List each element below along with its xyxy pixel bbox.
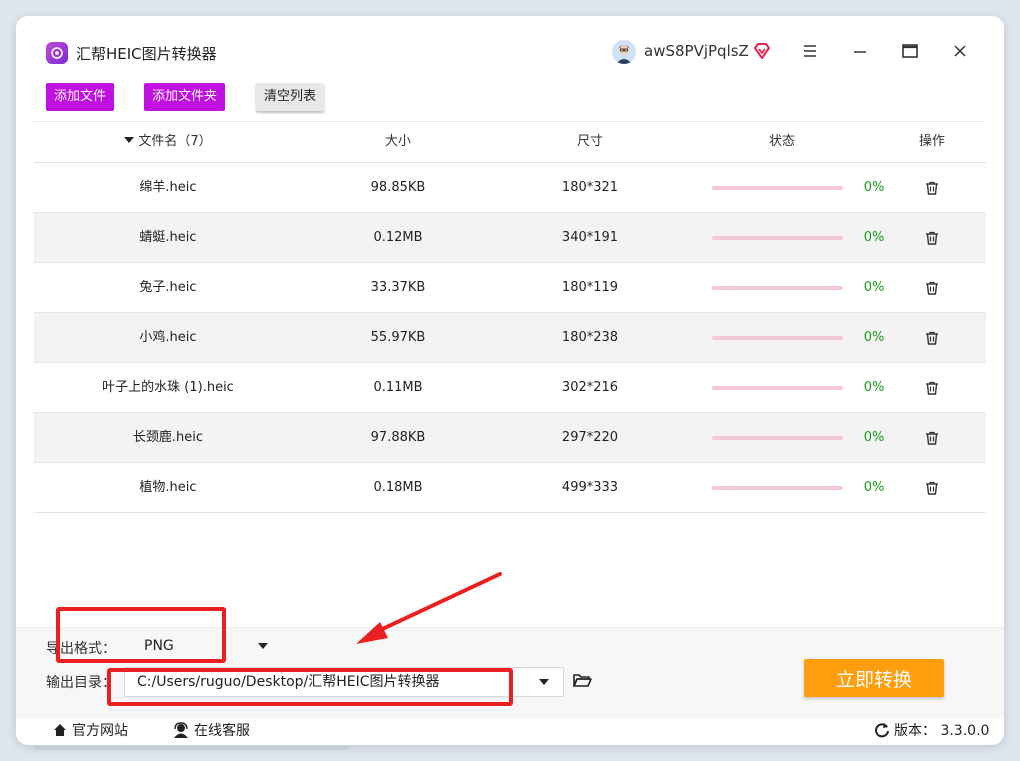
sort-down-icon <box>124 137 135 143</box>
delete-trash-icon[interactable] <box>924 480 940 496</box>
column-header-size: 大小 <box>384 134 411 149</box>
user-avatar[interactable] <box>612 40 636 64</box>
menu-icon[interactable] <box>800 41 820 61</box>
progress-percent: 0% <box>863 430 885 445</box>
format-value: PNG <box>144 638 174 654</box>
home-icon <box>54 724 66 736</box>
progress-bar <box>712 386 843 390</box>
open-folder-icon[interactable] <box>572 670 592 690</box>
progress-percent: 0% <box>863 480 885 495</box>
progress-percent: 0% <box>863 380 885 395</box>
minimize-icon[interactable] <box>850 41 870 61</box>
table-row[interactable]: 蜻蜓.heic 0.12MB 340*191 0% <box>34 213 986 263</box>
file-size: 97.88KB <box>370 430 426 445</box>
vip-diamond-icon[interactable] <box>752 41 772 61</box>
file-dimensions: 180*321 <box>561 180 619 195</box>
progress-bar <box>712 336 843 340</box>
horizontal-scrollbar[interactable] <box>34 746 348 750</box>
official-website-link[interactable]: 官方网站 <box>52 720 128 740</box>
table-row[interactable]: 叶子上的水珠 (1).heic 0.11MB 302*216 0% <box>34 363 986 413</box>
progress-percent: 0% <box>863 280 885 295</box>
progress-bar <box>712 186 843 190</box>
chevron-down-icon <box>539 679 549 685</box>
file-size: 55.97KB <box>370 330 426 345</box>
app-logo-icon <box>46 42 68 64</box>
table-row[interactable]: 长颈鹿.heic 97.88KB 297*220 0% <box>34 413 986 463</box>
app-title: 汇帮HEIC图片转换器 <box>76 45 217 63</box>
file-dimensions: 302*216 <box>561 380 619 395</box>
file-name: 小鸡.heic <box>139 330 197 345</box>
delete-trash-icon[interactable] <box>924 280 940 296</box>
progress-bar <box>712 486 843 490</box>
clear-list-button[interactable]: 清空列表 <box>256 83 325 111</box>
maximize-icon[interactable] <box>900 41 920 61</box>
refresh-icon <box>875 723 889 738</box>
file-dimensions: 499*333 <box>561 480 619 495</box>
add-file-button[interactable]: 添加文件 <box>46 83 115 111</box>
table-row[interactable]: 绵羊.heic 98.85KB 180*321 0% <box>34 163 986 213</box>
column-header-status: 状态 <box>768 134 795 149</box>
table-row[interactable]: 植物.heic 0.18MB 499*333 0% <box>34 463 986 513</box>
file-dimensions: 180*238 <box>561 330 619 345</box>
delete-trash-icon[interactable] <box>924 330 940 346</box>
table-row[interactable]: 小鸡.heic 55.97KB 180*238 0% <box>34 313 986 363</box>
delete-trash-icon[interactable] <box>924 180 940 196</box>
add-folder-button[interactable]: 添加文件夹 <box>144 83 226 111</box>
table-header: 文件名（7） 大小 尺寸 状态 操作 <box>34 121 986 163</box>
file-name: 叶子上的水珠 (1).heic <box>102 380 234 395</box>
delete-trash-icon[interactable] <box>924 380 940 396</box>
progress-percent: 0% <box>863 180 885 195</box>
file-name: 植物.heic <box>139 480 197 495</box>
version-info: 版本： 3.3.0.0 <box>874 720 989 740</box>
file-size: 0.11MB <box>373 380 423 395</box>
close-icon[interactable] <box>950 41 970 61</box>
file-size: 33.37KB <box>370 280 426 295</box>
output-dir-label: 输出目录： <box>46 675 116 691</box>
file-size: 0.12MB <box>373 230 423 245</box>
file-dimensions: 180*119 <box>561 280 619 295</box>
online-support-link[interactable]: 在线客服 <box>172 720 250 740</box>
output-dir-select[interactable]: C:/Users/ruguo/Desktop/汇帮HEIC图片转换器 <box>124 667 564 697</box>
chevron-down-icon <box>258 643 268 649</box>
title-bar: 汇帮HEIC图片转换器 awS8PVjPqlsZ <box>16 16 1004 86</box>
file-table: 文件名（7） 大小 尺寸 状态 操作 绵羊.heic 98.85KB 180*321… <box>34 121 986 513</box>
file-dimensions: 297*220 <box>561 430 619 445</box>
column-header-action: 操作 <box>918 134 945 149</box>
file-name: 绵羊.heic <box>139 180 197 195</box>
app-window: 汇帮HEIC图片转换器 awS8PVjPqlsZ 添加文件 添加文件夹 清空列表… <box>16 16 1004 745</box>
output-dir-value: C:/Users/ruguo/Desktop/汇帮HEIC图片转换器 <box>137 674 440 690</box>
file-dimensions: 340*191 <box>561 230 619 245</box>
file-name: 兔子.heic <box>139 280 197 295</box>
progress-bar <box>712 436 843 440</box>
column-header-name[interactable]: 文件名（7） <box>34 122 302 162</box>
convert-now-button[interactable]: 立即转换 <box>804 659 944 697</box>
file-name: 长颈鹿.heic <box>132 430 204 445</box>
file-size: 0.18MB <box>373 480 423 495</box>
delete-trash-icon[interactable] <box>924 230 940 246</box>
progress-bar <box>712 236 843 240</box>
customer-service-icon <box>174 722 188 738</box>
table-body: 绵羊.heic 98.85KB 180*321 0% 蜻蜓.heic 0.12MB 340*… <box>34 163 986 513</box>
user-name[interactable]: awS8PVjPqlsZ <box>644 42 749 60</box>
format-select[interactable]: PNG <box>132 633 282 659</box>
file-name: 蜻蜓.heic <box>139 230 197 245</box>
format-label: 导出格式： <box>46 641 116 657</box>
progress-bar <box>712 286 843 290</box>
progress-percent: 0% <box>863 330 885 345</box>
table-row[interactable]: 兔子.heic 33.37KB 180*119 0% <box>34 263 986 313</box>
delete-trash-icon[interactable] <box>924 430 940 446</box>
progress-percent: 0% <box>863 230 885 245</box>
column-header-dimensions: 尺寸 <box>576 134 603 149</box>
file-size: 98.85KB <box>370 180 426 195</box>
